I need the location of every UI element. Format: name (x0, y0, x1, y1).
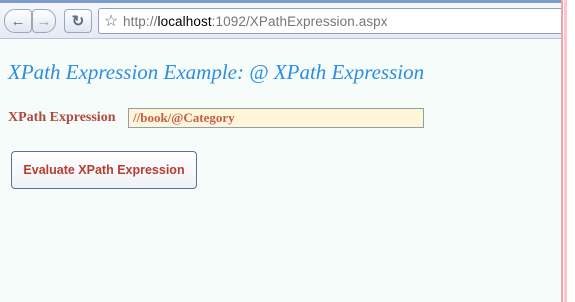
page-title: XPath Expression Example: @ XPath Expres… (8, 60, 425, 84)
address-bar[interactable]: ☆ http://localhost:1092/XPathExpression.… (98, 8, 562, 34)
back-button[interactable]: ← (4, 9, 32, 33)
xpath-expression-input[interactable] (128, 108, 424, 128)
reload-button[interactable]: ↻ (64, 9, 92, 33)
window-right-edge (561, 0, 575, 302)
xpath-expression-label: XPath Expression (8, 110, 116, 125)
url-path: :1092/XPathExpression.aspx (211, 13, 388, 29)
star-icon[interactable]: ☆ (99, 11, 123, 31)
evaluate-xpath-button[interactable]: Evaluate XPath Expression (11, 151, 197, 189)
arrow-left-icon: ← (10, 12, 26, 30)
url-text[interactable]: http://localhost:1092/XPathExpression.as… (123, 14, 388, 29)
arrow-right-icon: → (36, 12, 52, 30)
window-top-strip (0, 0, 561, 3)
url-host: localhost (157, 13, 212, 29)
browser-toolbar: ← → ↻ ☆ http://localhost:1092/XPathExpre… (0, 0, 562, 39)
url-prefix: http:// (123, 13, 158, 29)
reload-icon: ↻ (71, 13, 85, 30)
forward-button[interactable]: → (32, 9, 56, 33)
